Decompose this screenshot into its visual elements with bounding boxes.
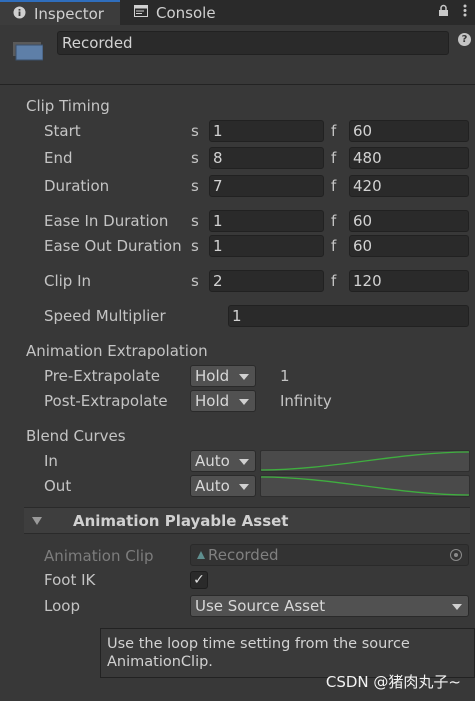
loop-label: Loop xyxy=(44,597,80,615)
start-frames-field[interactable]: 60 xyxy=(349,120,469,142)
ease-in-label: Ease In Duration xyxy=(44,212,169,230)
clip-in-seconds-field[interactable]: 2 xyxy=(209,270,324,292)
ease-out-label: Ease Out Duration xyxy=(44,237,182,255)
playable-asset-foldout[interactable]: Animation Playable Asset xyxy=(24,507,470,534)
post-extrapolate-time: Infinity xyxy=(280,392,332,410)
duration-label: Duration xyxy=(44,177,110,195)
post-extrapolate-label: Post-Extrapolate xyxy=(44,392,168,410)
clip-timing-title: Clip Timing xyxy=(26,97,110,115)
end-seconds-unit: s xyxy=(191,149,199,167)
blend-out-dropdown[interactable]: Auto xyxy=(190,475,256,497)
blend-out-curve[interactable] xyxy=(260,475,470,497)
info-icon xyxy=(10,6,28,22)
clip-in-frames-unit: f xyxy=(331,272,337,290)
blend-in-dropdown[interactable]: Auto xyxy=(190,450,256,472)
clip-in-seconds-unit: s xyxy=(191,272,199,290)
end-label: End xyxy=(44,149,73,167)
end-seconds-field[interactable]: 8 xyxy=(209,147,324,169)
blend-in-value: Auto xyxy=(195,452,230,470)
start-frames-unit: f xyxy=(331,122,337,140)
blend-in-curve-line xyxy=(260,451,470,471)
loop-value: Use Source Asset xyxy=(195,597,326,615)
duration-frames-field[interactable]: 420 xyxy=(349,175,469,197)
foldout-arrow-icon xyxy=(32,516,42,525)
blend-in-label: In xyxy=(44,452,58,470)
animation-clip-field: Recorded xyxy=(190,544,469,566)
ease-out-frames-unit: f xyxy=(331,237,337,255)
foot-ik-checkbox[interactable]: ✓ xyxy=(190,571,208,589)
chevron-down-icon xyxy=(239,459,249,465)
checkmark-icon: ✓ xyxy=(193,572,205,588)
blend-curves-title: Blend Curves xyxy=(26,427,126,445)
tab-bar-controls xyxy=(438,0,467,25)
more-menu-icon[interactable] xyxy=(463,4,467,21)
chevron-down-icon xyxy=(239,399,249,405)
animation-clip-asset-icon xyxy=(197,551,205,559)
blend-out-label: Out xyxy=(44,477,72,495)
clip-in-frames-field[interactable]: 120 xyxy=(349,270,469,292)
tab-console[interactable]: Console xyxy=(122,0,272,25)
ease-in-seconds-field[interactable]: 1 xyxy=(209,210,324,232)
ease-out-frames-field[interactable]: 60 xyxy=(349,235,469,257)
clip-in-label: Clip In xyxy=(44,272,92,290)
extrapolation-title: Animation Extrapolation xyxy=(26,342,208,360)
console-icon xyxy=(132,5,150,20)
chevron-down-icon xyxy=(239,374,249,380)
ease-in-frames-unit: f xyxy=(331,212,337,230)
tooltip-line-2: AnimationClip. xyxy=(107,654,213,670)
speed-multiplier-label: Speed Multiplier xyxy=(44,307,166,325)
header-divider xyxy=(0,84,475,85)
watermark-text: CSDN @猪肉丸子~ xyxy=(325,673,461,691)
duration-seconds-field[interactable]: 7 xyxy=(209,175,324,197)
lock-icon[interactable] xyxy=(438,4,449,21)
timeline-clip-icon xyxy=(13,40,44,62)
chevron-down-icon xyxy=(452,604,462,610)
duration-seconds-unit: s xyxy=(191,177,199,195)
ease-in-frames-field[interactable]: 60 xyxy=(349,210,469,232)
pre-extrapolate-value: Hold xyxy=(195,367,230,385)
post-extrapolate-dropdown[interactable]: Hold xyxy=(190,390,256,412)
tab-inspector-label: Inspector xyxy=(34,4,104,23)
animation-clip-label: Animation Clip xyxy=(44,547,154,565)
tooltip-line-1: Use the loop time setting from the sourc… xyxy=(107,636,410,652)
blend-out-curve-line xyxy=(260,476,470,496)
start-seconds-field[interactable]: 1 xyxy=(209,120,324,142)
end-frames-field[interactable]: 480 xyxy=(349,147,469,169)
chevron-down-icon xyxy=(239,484,249,490)
start-seconds-unit: s xyxy=(191,122,199,140)
object-name-field[interactable]: Recorded xyxy=(57,31,449,55)
start-label: Start xyxy=(44,122,81,140)
pre-extrapolate-label: Pre-Extrapolate xyxy=(44,367,161,385)
ease-in-seconds-unit: s xyxy=(191,212,199,230)
pre-extrapolate-dropdown[interactable]: Hold xyxy=(190,365,256,387)
speed-multiplier-field[interactable]: 1 xyxy=(228,305,469,327)
foot-ik-label: Foot IK xyxy=(44,571,96,589)
ease-out-seconds-field[interactable]: 1 xyxy=(209,235,324,257)
pre-extrapolate-time: 1 xyxy=(280,367,290,385)
tab-inspector[interactable]: Inspector xyxy=(0,0,120,25)
loop-dropdown[interactable]: Use Source Asset xyxy=(190,595,469,617)
tab-console-label: Console xyxy=(156,3,216,22)
object-picker-icon xyxy=(450,549,462,561)
playable-asset-title: Animation Playable Asset xyxy=(73,511,289,530)
blend-out-value: Auto xyxy=(195,477,230,495)
help-icon[interactable]: ? xyxy=(458,33,471,46)
post-extrapolate-value: Hold xyxy=(195,392,230,410)
end-frames-unit: f xyxy=(331,149,337,167)
animation-clip-value: Recorded xyxy=(208,546,279,564)
blend-in-curve[interactable] xyxy=(260,450,470,472)
duration-frames-unit: f xyxy=(331,177,337,195)
ease-out-seconds-unit: s xyxy=(191,237,199,255)
